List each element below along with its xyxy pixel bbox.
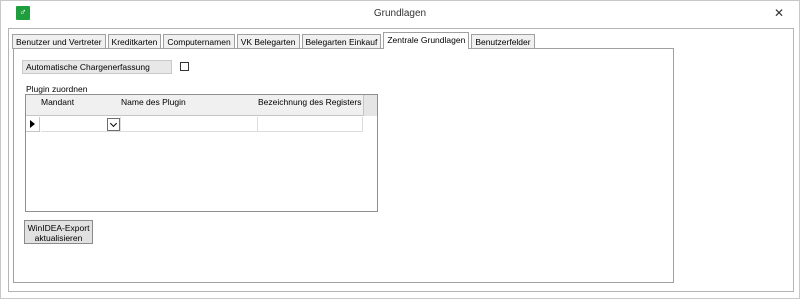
table-row[interactable] <box>26 117 377 132</box>
tab-benutzerfelder[interactable]: Benutzerfelder <box>471 34 535 49</box>
tab-strip: Benutzer und Vertreter Kreditkarten Comp… <box>12 32 537 49</box>
auto-charge-label: Automatische Chargenerfassung <box>22 60 172 74</box>
current-row-arrow-icon <box>30 120 35 128</box>
tab-belegarten-einkauf[interactable]: Belegarten Einkauf <box>301 34 382 49</box>
tab-benutzer-und-vertreter[interactable]: Benutzer und Vertreter <box>12 34 106 49</box>
column-header-mandant[interactable]: Mandant <box>41 97 74 107</box>
export-button-line1: WinIDEA-Export <box>27 223 90 233</box>
winidea-export-button[interactable]: WinIDEA-Export aktualisieren <box>24 220 93 244</box>
row-selector[interactable] <box>26 117 40 132</box>
tab-kreditkarten[interactable]: Kreditkarten <box>107 34 162 49</box>
plugin-group-label: Plugin zuordnen <box>26 84 88 94</box>
tab-computernamen[interactable]: Computernamen <box>163 34 235 49</box>
chevron-down-icon <box>109 119 118 128</box>
close-button[interactable]: ✕ <box>771 5 787 21</box>
cell-plugin[interactable] <box>121 117 258 132</box>
tab-vk-belegarten[interactable]: VK Belegarten <box>236 34 300 49</box>
title-bar: ♂ Grundlagen ✕ <box>1 1 799 27</box>
plugin-grid[interactable]: Mandant Name des Plugin Bezeichnung des … <box>25 94 378 212</box>
window-title: Grundlagen <box>373 8 427 19</box>
column-header-register[interactable]: Bezeichnung des Registers <box>258 97 361 107</box>
grid-header: Mandant Name des Plugin Bezeichnung des … <box>26 95 377 116</box>
mandant-dropdown-button[interactable] <box>107 118 120 131</box>
auto-charge-checkbox[interactable] <box>180 62 189 71</box>
cell-register[interactable] <box>258 117 363 132</box>
export-button-line2: aktualisieren <box>34 233 83 243</box>
grid-header-filler <box>363 95 377 116</box>
column-header-plugin[interactable]: Name des Plugin <box>121 97 186 107</box>
tab-zentrale-grundlagen[interactable]: Zentrale Grundlagen <box>383 32 470 49</box>
